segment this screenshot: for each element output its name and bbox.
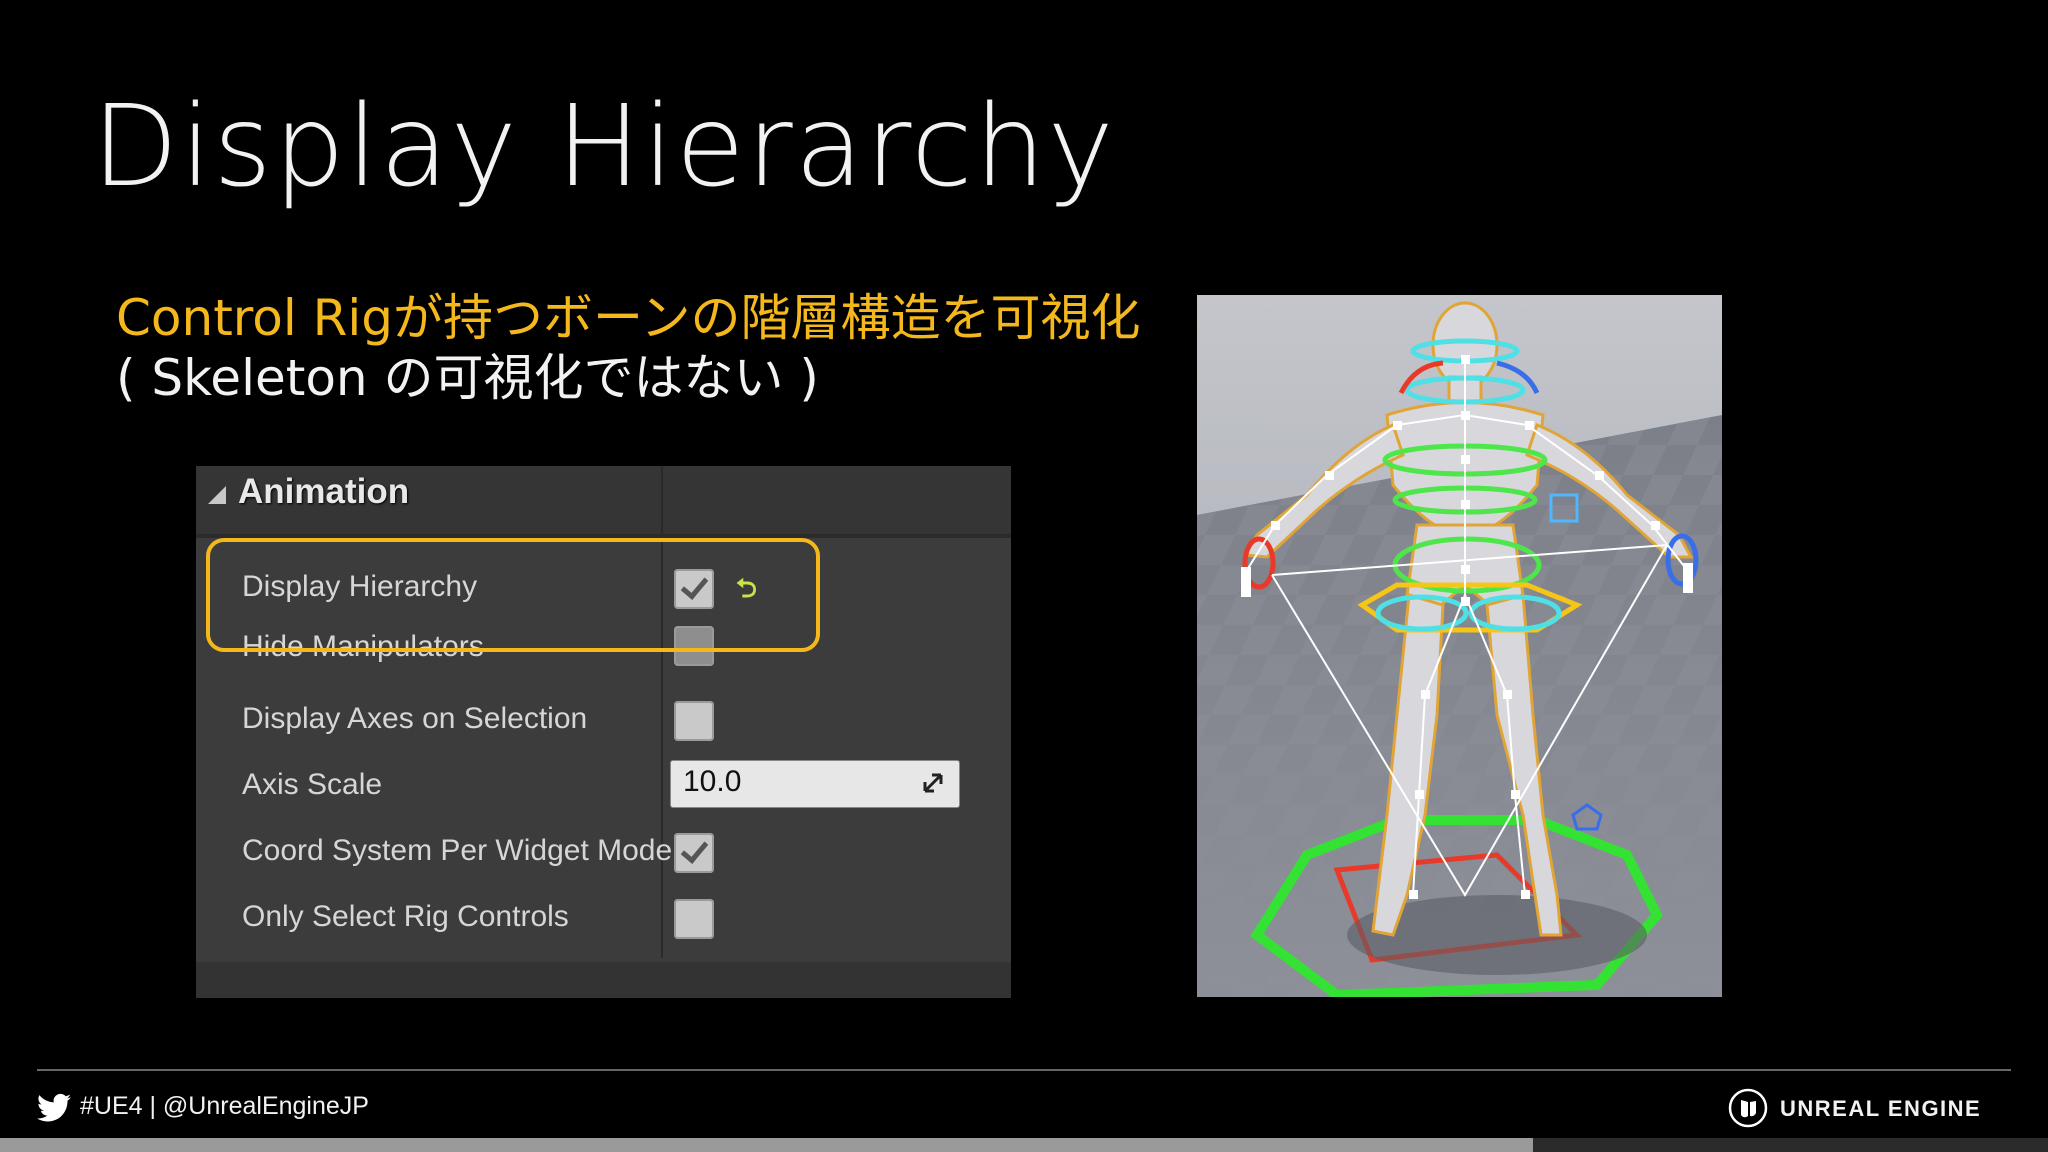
viewport-image [1197,295,1722,997]
axis-scale-input[interactable]: 10.0 [670,760,960,808]
footer-divider [37,1069,2011,1071]
brand-wordmark: UNREAL ENGINE [1780,1096,1982,1121]
property-row-axis-scale: Axis Scale 10.0 [196,756,1011,822]
only-select-rig-checkbox[interactable] [674,899,714,939]
property-label: Axis Scale [242,768,383,801]
subtitle-line-2: ( Skeleton の可視化ではない ) [116,349,819,407]
slide-title: Display Hierarchy [92,82,1116,212]
property-row-display-axes: Display Axes on Selection [196,690,1011,756]
panel-footer [196,962,1011,998]
property-row-coord-system: Coord System Per Widget Mode [196,822,1011,888]
unreal-engine-logo-icon [1728,1088,1768,1128]
drag-resize-icon[interactable] [921,771,945,795]
highlight-box [206,538,820,652]
section-header-animation[interactable]: Animation [196,466,1011,538]
property-label: Display Axes on Selection [242,702,588,735]
section-label: Animation [238,472,410,511]
column-divider [661,466,663,534]
collapse-triangle-icon[interactable] [208,486,226,504]
property-label: Coord System Per Widget Mode [242,834,673,867]
property-label: Only Select Rig Controls [242,900,569,933]
property-row-only-select-rig: Only Select Rig Controls [196,888,1011,954]
control-rig-mannequin-viewport [1197,295,1722,997]
axis-scale-value: 10.0 [683,765,742,798]
slide-progress-fill [0,1138,1533,1152]
twitter-icon [37,1093,71,1122]
display-axes-checkbox[interactable] [674,701,714,741]
coord-system-checkbox[interactable] [674,833,714,873]
social-handle: #UE4 | @UnrealEngineJP [80,1092,369,1120]
